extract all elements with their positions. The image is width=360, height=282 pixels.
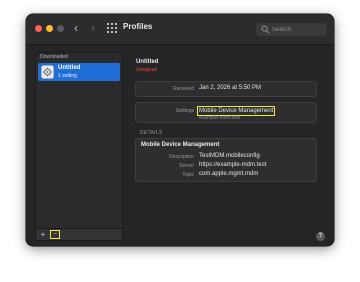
settings-row: Settings Mobile Device Management exampl… — [135, 102, 317, 123]
profile-gear-icon — [41, 65, 54, 79]
search-icon — [261, 25, 270, 34]
back-arrow-icon[interactable]: ‹ — [70, 20, 82, 36]
sidebar-footer: + − — [36, 228, 122, 240]
details-panel: Mobile Device Management Description Tes… — [135, 138, 317, 182]
server-value: https://example-mdm.test — [199, 162, 267, 168]
search-field[interactable] — [256, 23, 327, 36]
preferences-window: ‹ › Profiles Downloaded — [26, 14, 334, 246]
help-button[interactable]: ? — [316, 232, 325, 241]
topic-label: Topic — [182, 172, 194, 178]
sidebar-section-header: Downloaded — [40, 54, 68, 60]
received-value: Jan 2, 2026 at 5:50 PM — [199, 85, 262, 91]
add-profile-button[interactable]: + — [39, 229, 47, 240]
profile-item-name: Untitled — [58, 65, 81, 71]
zoom-window-button[interactable] — [57, 25, 64, 32]
sidebar-item-untitled-profile[interactable]: Untitled 1 setting — [38, 63, 120, 81]
description-label: Description — [168, 154, 194, 160]
settings-label: Settings — [175, 108, 194, 114]
profiles-sidebar: Downloaded Untitled 1 setting + − — [35, 52, 123, 241]
titlebar: ‹ › Profiles — [26, 14, 334, 45]
profile-status: Unsigned — [136, 67, 158, 73]
topic-value: com.apple.mgmt.mdm — [199, 171, 259, 177]
minimize-window-button[interactable] — [46, 25, 53, 32]
forward-arrow-icon[interactable]: › — [87, 20, 99, 36]
remove-profile-button[interactable]: − — [50, 230, 60, 239]
profile-item-subtitle: 1 setting — [58, 73, 77, 79]
received-label: Received — [173, 86, 194, 92]
show-all-grid-icon[interactable] — [107, 23, 117, 33]
description-value: TestMDM.mobileconfig — [199, 153, 260, 159]
profile-name: Untitled — [136, 59, 159, 65]
close-window-button[interactable] — [35, 25, 42, 32]
settings-subtitle: example-mdm.test — [199, 115, 241, 121]
received-row: Received Jan 2, 2026 at 5:50 PM — [135, 81, 317, 97]
details-title: Mobile Device Management — [141, 142, 220, 148]
window-title: Profiles — [123, 22, 153, 31]
search-input[interactable] — [272, 23, 324, 36]
server-label: Server — [179, 163, 194, 169]
details-section-header: DETAILS — [140, 130, 163, 136]
